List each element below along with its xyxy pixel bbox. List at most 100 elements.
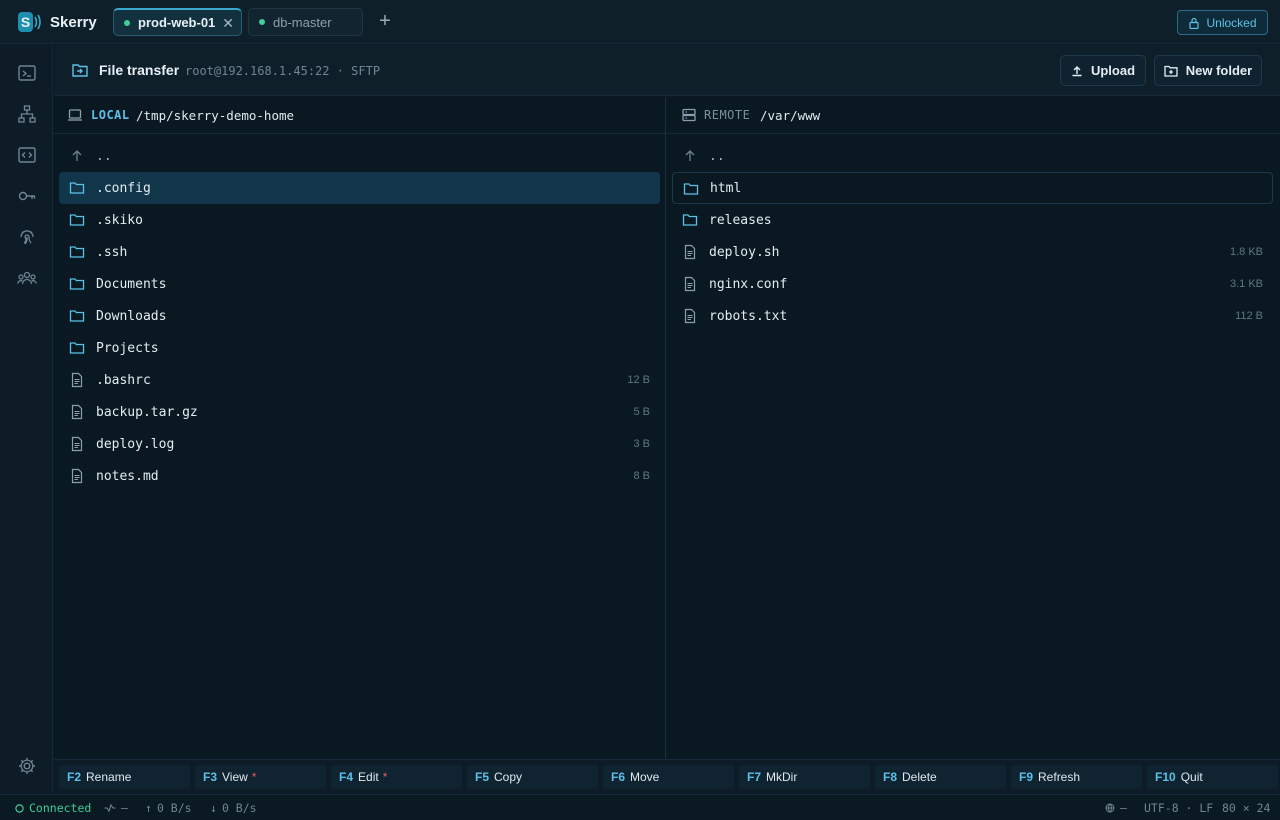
- file-row[interactable]: backup.tar.gz 5 B: [59, 396, 660, 428]
- entry-name: Downloads: [96, 308, 167, 324]
- file-row[interactable]: robots.txt 112 B: [672, 300, 1273, 332]
- entry-size: 5 B: [633, 406, 650, 418]
- entry-name: releases: [709, 212, 772, 228]
- file-transfer-header: File transfer root@192.168.1.45:22 · SFT…: [54, 45, 1280, 96]
- fkey-quit[interactable]: F10 Quit: [1147, 765, 1278, 789]
- folder-row[interactable]: html: [672, 172, 1273, 204]
- file-row[interactable]: .bashrc 12 B: [59, 364, 660, 396]
- gear-icon[interactable]: [17, 756, 37, 776]
- fkey-key: F8: [883, 770, 898, 784]
- folder-icon: [69, 180, 85, 196]
- folder-row[interactable]: .skiko: [59, 204, 660, 236]
- left-rail: [0, 45, 53, 793]
- upload-rate-value: 0 B/s: [156, 801, 192, 815]
- parent-dir-label: ..: [709, 148, 725, 164]
- remote-path[interactable]: /var/www: [760, 108, 820, 123]
- folder-row[interactable]: .ssh: [59, 236, 660, 268]
- skerry-logo: S: [18, 12, 41, 32]
- file-icon: [69, 436, 85, 452]
- entry-name: notes.md: [96, 468, 159, 484]
- encoding-value: UTF-8 · LF: [1144, 801, 1214, 815]
- connection-info: root@192.168.1.45:22 · SFTP: [185, 64, 381, 78]
- entry-size: 3.1 KB: [1229, 278, 1263, 290]
- tab-db-master[interactable]: db-master: [248, 8, 363, 36]
- sitemap-icon[interactable]: [17, 104, 37, 124]
- file-row[interactable]: nginx.conf 3.1 KB: [672, 268, 1273, 300]
- close-icon[interactable]: ✕: [222, 15, 234, 32]
- fkey-key: F7: [747, 770, 762, 784]
- top-bar: S Skerry prod-web-01 ✕ db-master + Unloc…: [0, 0, 1280, 44]
- fkey-mkdir[interactable]: F7 MkDir: [739, 765, 870, 789]
- folder-row[interactable]: Projects: [59, 332, 660, 364]
- folder-row[interactable]: releases: [672, 204, 1273, 236]
- fkey-copy[interactable]: F5 Copy: [467, 765, 598, 789]
- fkey-edit[interactable]: F4 Edit *: [331, 765, 462, 789]
- entry-name: nginx.conf: [709, 276, 788, 292]
- parent-dir-row[interactable]: ..: [59, 140, 660, 172]
- fingerprint-icon[interactable]: [17, 227, 37, 247]
- status-bar: Connected — ↑ 0 B/s ↓ 0 B/s — UTF-8 · LF…: [0, 794, 1280, 820]
- download-rate: ↓ 0 B/s: [210, 801, 257, 815]
- laptop-icon: [68, 109, 82, 121]
- entry-name: .config: [96, 180, 151, 196]
- file-row[interactable]: deploy.log 3 B: [59, 428, 660, 460]
- fkey-key: F3: [203, 770, 218, 784]
- team-icon[interactable]: [17, 268, 37, 288]
- folder-row[interactable]: .config: [59, 172, 660, 204]
- new-folder-label: New folder: [1185, 63, 1253, 78]
- local-path[interactable]: /tmp/skerry-demo-home: [136, 108, 294, 123]
- tab-label: db-master: [273, 14, 332, 30]
- new-folder-button[interactable]: New folder: [1154, 55, 1262, 86]
- encoding-status: UTF-8 · LF: [1144, 801, 1213, 815]
- terminal-icon[interactable]: [17, 63, 37, 83]
- remote-pane: REMOTE /var/www .. html releases deploy.sh 1…: [667, 97, 1280, 758]
- folder-icon: [69, 212, 85, 228]
- add-tab-icon[interactable]: +: [374, 10, 396, 32]
- file-icon: [69, 468, 85, 484]
- activity-icon: [104, 803, 116, 813]
- file-row[interactable]: deploy.sh 1.8 KB: [672, 236, 1273, 268]
- arrow-down-icon: ↓: [210, 801, 217, 815]
- fkey-rename[interactable]: F2 Rename: [59, 765, 190, 789]
- modified-marker: *: [251, 770, 257, 784]
- arrow-up-icon: [69, 148, 85, 164]
- fkey-move[interactable]: F6 Move: [603, 765, 734, 789]
- file-row[interactable]: notes.md 8 B: [59, 460, 660, 492]
- app-name: Skerry: [50, 13, 97, 31]
- arrow-up-icon: ↑: [145, 801, 152, 815]
- folder-icon: [69, 308, 85, 324]
- folder-row[interactable]: Documents: [59, 268, 660, 300]
- circle-icon: [15, 803, 24, 813]
- lock-label: Unlocked: [1206, 15, 1257, 30]
- upload-button[interactable]: Upload: [1060, 55, 1146, 86]
- terminal-size-value: 80 × 24: [1222, 801, 1271, 815]
- upload-icon: [1072, 65, 1082, 76]
- fkey-label: Rename: [86, 770, 132, 784]
- entry-name: robots.txt: [709, 308, 788, 324]
- entry-name: .bashrc: [96, 372, 151, 388]
- entry-size: 1.8 KB: [1229, 246, 1263, 258]
- entry-name: deploy.log: [96, 436, 175, 452]
- folder-row[interactable]: Downloads: [59, 300, 660, 332]
- arrow-up-icon: [682, 148, 698, 164]
- fkey-label: Edit: [358, 770, 379, 784]
- fkey-label: Move: [630, 770, 660, 784]
- server-icon: [682, 108, 696, 122]
- unlock-icon: [1189, 17, 1200, 29]
- key-icon[interactable]: [17, 186, 37, 206]
- entry-name: backup.tar.gz: [96, 404, 198, 420]
- upload-rate: ↑ 0 B/s: [145, 801, 192, 815]
- lock-status-button[interactable]: Unlocked: [1177, 10, 1268, 35]
- download-rate-value: 0 B/s: [221, 801, 257, 815]
- fkey-delete[interactable]: F8 Delete: [875, 765, 1006, 789]
- entry-size: 8 B: [633, 470, 650, 482]
- parent-dir-row[interactable]: ..: [672, 140, 1273, 172]
- fkey-refresh[interactable]: F9 Refresh: [1011, 765, 1142, 789]
- entry-name: deploy.sh: [709, 244, 780, 260]
- fkey-view[interactable]: F3 View *: [195, 765, 326, 789]
- file-icon: [69, 404, 85, 420]
- fkey-key: F6: [611, 770, 626, 784]
- code-icon[interactable]: [17, 145, 37, 165]
- tab-prod-web-01[interactable]: prod-web-01 ✕: [113, 8, 242, 36]
- fkey-label: Quit: [1180, 770, 1203, 784]
